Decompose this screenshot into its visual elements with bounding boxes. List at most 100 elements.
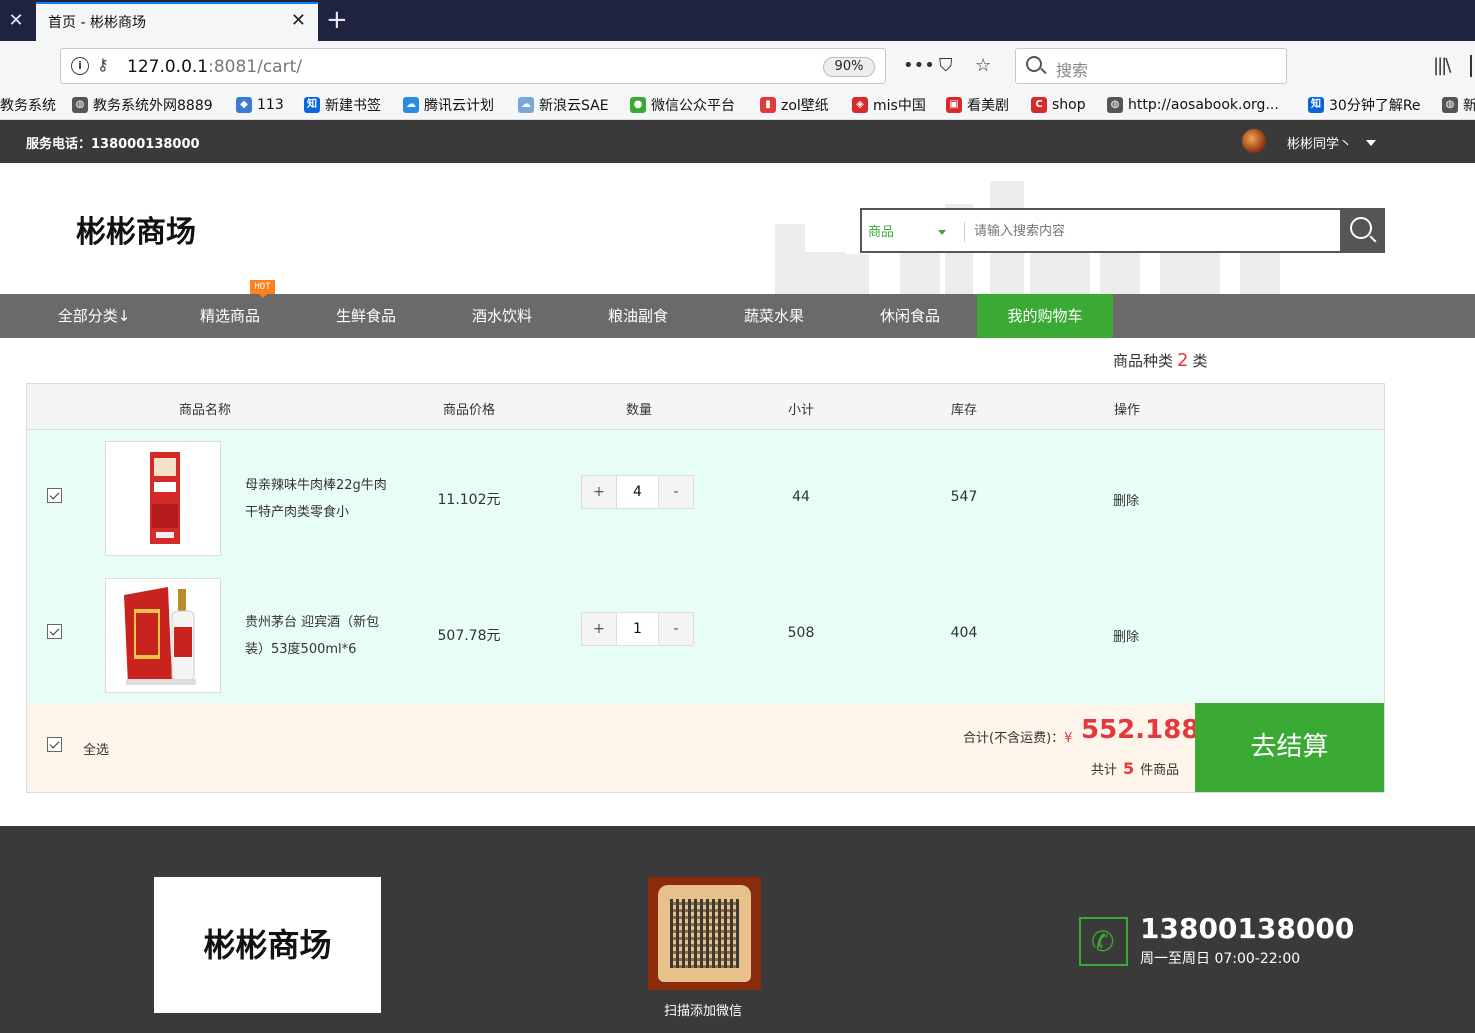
bookmark-item[interactable]: ● 微信公众平台 [630,94,735,116]
bookmark-label: 30分钟了解Re [1329,98,1421,114]
product-price: 11.102元 [437,492,501,508]
tv-icon: ▣ [946,97,962,113]
nav-item-snacks[interactable]: 休闲食品 [842,294,978,338]
bookmark-item[interactable]: ◍ http://aosabook.org... [1107,94,1279,116]
search-category-select[interactable]: 商品 [868,221,894,240]
address-bar[interactable]: i ⚷ 127.0.0.1:8081/cart/ 90% ••• ⛉ ☆ [60,48,991,84]
quantity-input[interactable]: 4 [616,476,659,508]
globe-icon: ◍ [1442,97,1458,113]
delete-link[interactable]: 删除 [1113,490,1139,509]
checkout-button[interactable]: 去结算 [1195,703,1384,792]
count-value: 5 [1123,759,1135,778]
total-label: 合计(不含运费)：¥ [963,727,1072,746]
search-icon [1026,56,1042,72]
bookmark-item[interactable]: ☁ 新浪云SAE [518,94,609,116]
product-image-maotai[interactable] [105,578,221,693]
nav-item-my-cart[interactable]: 我的购物车 [977,294,1113,338]
pocket-icon[interactable]: ⛉ [939,55,953,76]
browser-search-input[interactable]: 搜索 [1015,48,1287,84]
count-suffix: 件商品 [1140,763,1180,778]
header-quantity: 数量 [625,403,653,418]
qr-caption: 扫描添加微信 [664,1004,743,1019]
info-icon[interactable]: i [71,57,89,75]
increase-button[interactable]: + [582,476,616,508]
bookmark-item[interactable]: ◍新 [1442,94,1475,116]
cart-header-row: 商品名称 商品价格 数量 小计 库存 操作 [27,384,1384,430]
star-icon[interactable]: ☆ [975,55,991,76]
decrease-button[interactable]: - [659,476,693,508]
browser-toolbar: i ⚷ 127.0.0.1:8081/cart/ 90% ••• ⛉ ☆ 搜索 … [0,41,1475,90]
product-name[interactable]: 贵州茅台 迎宾酒（新包装）53度500ml*6 [245,609,395,663]
cube-icon: ◆ [236,97,252,113]
bookmark-label: 微信公众平台 [651,98,735,114]
product-kind-count: 商品种类 2 类 [1113,350,1207,371]
nav-item-all-categories[interactable]: 全部分类↓ [26,294,162,338]
bookmark-item[interactable]: ◈ mis中国 [852,94,926,116]
row-subtotal: 508 [787,625,815,641]
url-path: :8081/cart/ [208,57,302,77]
site-footer: 彬彬商场 扫描添加微信 ✆ 13800138000 周一至周日 07:00-22… [0,826,1475,1033]
kind-count-value: 2 [1177,350,1189,371]
product-name[interactable]: 母亲辣味牛肉棒22g牛肉干特产肉类零食小 [245,472,395,526]
bookmark-item[interactable]: ☁ 腾讯云计划 [403,94,494,116]
select-all-label[interactable]: 全选 [83,739,109,758]
browser-tab-bar: ✕ 首页 - 彬彬商场 ✕ + [0,0,1475,41]
increase-button[interactable]: + [582,613,616,645]
bookmark-label: 腾讯云计划 [424,98,494,114]
quantity-input[interactable]: 1 [616,613,659,645]
footer-hours: 周一至周日 07:00-22:00 [1140,951,1301,967]
bookmark-label: 看美剧 [967,98,1009,114]
table-row: 母亲辣味牛肉棒22g牛肉干特产肉类零食小 11.102元 + 4 - 44 54… [27,430,1384,567]
tab-close-icon[interactable]: ✕ [291,10,306,31]
site-logo[interactable]: 彬彬商场 [76,207,196,251]
row-checkbox[interactable] [47,488,62,503]
more-actions-icon[interactable]: ••• [903,55,935,76]
search-button[interactable] [1340,208,1385,253]
bookmark-item[interactable]: ◍ 教务系统外网8889 [72,94,213,116]
library-icon[interactable]: |||\ [1433,55,1451,76]
sidebar-icon[interactable] [1470,55,1472,77]
nav-item-fresh[interactable]: 生鲜食品 [298,294,434,338]
delete-link[interactable]: 删除 [1113,626,1139,645]
key-icon[interactable]: ⚷ [97,55,109,74]
nav-item-fruit-veg[interactable]: 蔬菜水果 [706,294,842,338]
bookmark-label: 教务系统外网8889 [93,98,213,114]
nav-item-featured[interactable]: 精选商品 [162,294,298,338]
bookmark-item[interactable]: ◍教务系统 [0,94,56,116]
username[interactable]: 彬彬同学丶 [1287,133,1352,152]
nav-item-grain-oil[interactable]: 粮油副食 [570,294,706,338]
row-subtotal: 44 [792,489,810,505]
product-image-beef-stick[interactable] [105,441,221,556]
decrease-button[interactable]: - [659,613,693,645]
bookmark-item[interactable]: 知 30分钟了解Re [1308,94,1421,116]
chevron-down-icon[interactable] [938,230,946,235]
quantity-stepper: + 1 - [581,612,694,646]
close-icon[interactable]: ✕ [0,0,32,41]
tab-title: 首页 - 彬彬商场 [48,15,146,31]
bookmark-item[interactable]: ▮ zol壁纸 [760,94,829,116]
total-amount: 552.188 [1081,715,1200,745]
product-price: 507.78元 [437,628,501,644]
row-checkbox[interactable] [47,624,62,639]
select-all-checkbox[interactable] [47,737,62,752]
bookmark-item[interactable]: 知新建书签 [304,94,381,116]
bookmark-item[interactable]: ▣ 看美剧 [946,94,1009,116]
bookmark-item[interactable]: Cshop [1031,94,1086,116]
row-stock: 404 [950,625,978,641]
c-logo-icon: C [1031,97,1047,113]
chevron-down-icon[interactable] [1366,140,1376,146]
search-input[interactable] [974,219,1334,243]
browser-tab[interactable]: 首页 - 彬彬商场 ✕ [36,2,318,41]
url-text[interactable]: 127.0.0.1:8081/cart/ [127,57,302,77]
zoom-badge[interactable]: 90% [823,57,875,77]
quantity-stepper: + 4 - [581,475,694,509]
browser-search-placeholder: 搜索 [1056,61,1089,80]
header-stock: 库存 [950,403,978,418]
bookmark-label: zol壁纸 [781,98,829,114]
avatar[interactable] [1242,129,1266,153]
bookmark-item[interactable]: ◆ 113 [236,94,284,116]
bookmark-label: 113 [257,97,284,113]
hot-badge: HOT [250,280,275,298]
new-tab-icon[interactable]: + [326,4,348,36]
nav-item-drinks[interactable]: 酒水饮料 [434,294,570,338]
